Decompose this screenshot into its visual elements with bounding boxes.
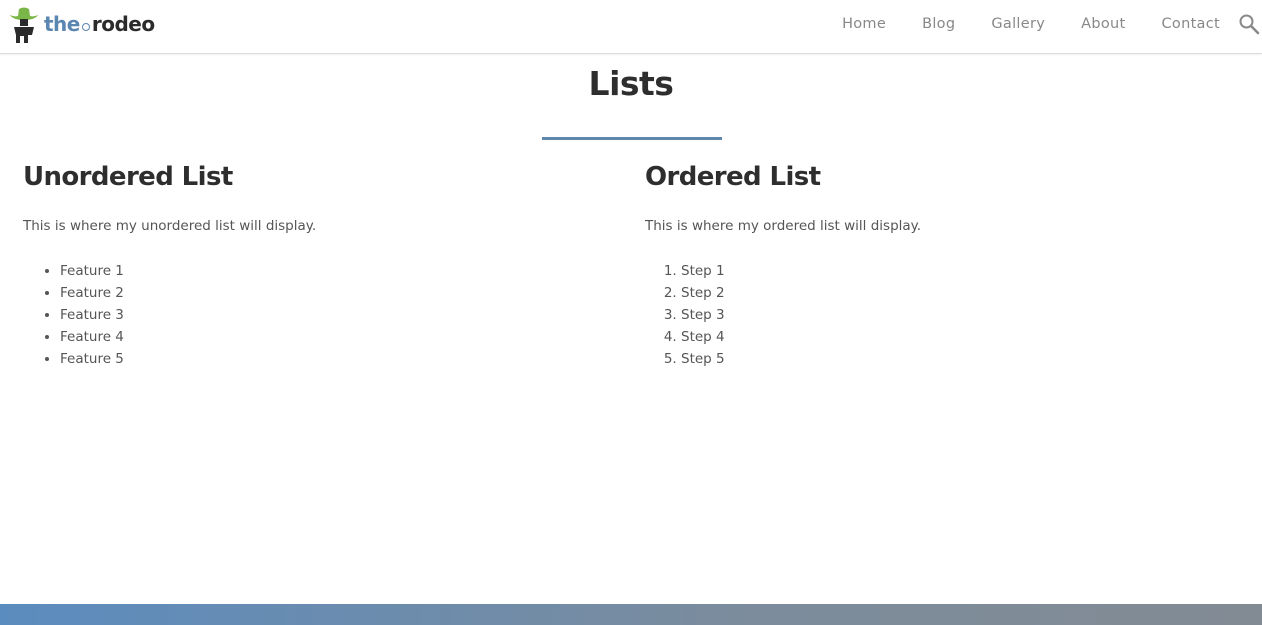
- title-divider: [542, 137, 722, 140]
- nav-blog[interactable]: Blog: [922, 16, 955, 32]
- nav-gallery[interactable]: Gallery: [991, 16, 1045, 32]
- unordered-list-heading: Unordered List: [23, 162, 233, 192]
- footer-bar: [0, 604, 1262, 625]
- search-icon[interactable]: [1238, 13, 1260, 35]
- ordered-list: Step 1 Step 2 Step 3 Step 4 Step 5: [645, 260, 1225, 370]
- ordered-list-section: Ordered List This is where my ordered li…: [645, 160, 1225, 370]
- ordered-list-description: This is where my ordered list will displ…: [645, 218, 922, 234]
- logo-rodeo: rodeo: [91, 12, 155, 36]
- site-header: the rodeo Home Blog Gallery About Contac…: [0, 0, 1262, 54]
- list-item: Feature 1: [60, 260, 603, 282]
- nav-contact[interactable]: Contact: [1161, 16, 1220, 32]
- list-item: Step 1: [681, 260, 1225, 282]
- list-item: Step 2: [681, 282, 1225, 304]
- list-item: Feature 4: [60, 326, 603, 348]
- logo-wordmark: the rodeo: [44, 12, 155, 36]
- ordered-list-heading: Ordered List: [645, 162, 821, 192]
- site-logo[interactable]: the rodeo: [8, 4, 155, 44]
- list-item: Feature 5: [60, 348, 603, 370]
- nav-about[interactable]: About: [1081, 16, 1125, 32]
- unordered-list-section: Unordered List This is where my unordere…: [23, 160, 603, 370]
- main-nav: Home Blog Gallery About Contact: [842, 13, 1262, 35]
- list-item: Step 3: [681, 304, 1225, 326]
- list-item: Feature 2: [60, 282, 603, 304]
- cowboy-logo-icon: [10, 7, 38, 43]
- list-item: Step 4: [681, 326, 1225, 348]
- list-item: Feature 3: [60, 304, 603, 326]
- unordered-list: Feature 1 Feature 2 Feature 3 Feature 4 …: [23, 260, 603, 370]
- page-title: Lists: [588, 64, 674, 103]
- nav-home[interactable]: Home: [842, 16, 886, 32]
- logo-dot: [81, 23, 90, 31]
- unordered-list-description: This is where my unordered list will dis…: [23, 218, 317, 234]
- logo-the: the: [44, 12, 80, 36]
- list-item: Step 5: [681, 348, 1225, 370]
